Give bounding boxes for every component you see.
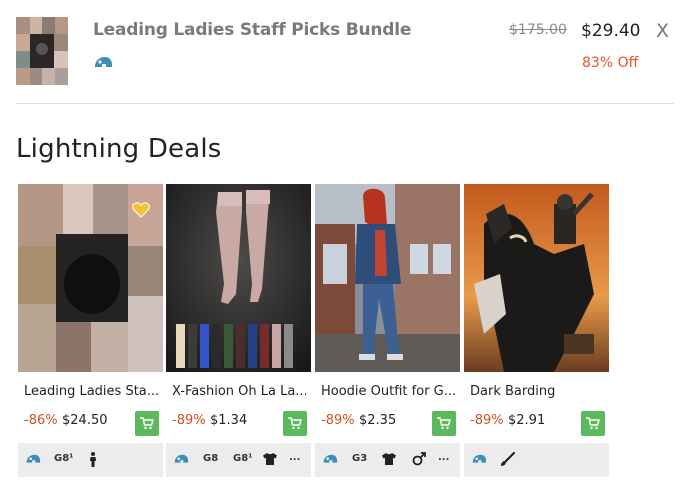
product-name[interactable]: Hoodie Outfit for G...: [321, 384, 455, 399]
add-to-cart-button[interactable]: [581, 411, 605, 436]
tag-label: G8¹: [54, 453, 74, 464]
cart-icon: [288, 417, 302, 430]
product-discount: -86%: [24, 413, 58, 428]
product-price: $1.34: [210, 413, 248, 428]
more-tags: ...: [438, 452, 450, 463]
genesis-helmet-icon: [323, 454, 338, 463]
product-image[interactable]: [166, 184, 311, 372]
add-to-cart-button[interactable]: [283, 411, 307, 436]
section-title: Lightning Deals: [16, 134, 222, 164]
cart-item-discount: 83% Off: [582, 55, 639, 71]
favorite-heart-icon[interactable]: [132, 202, 150, 218]
male-symbol-icon: [412, 452, 426, 466]
product-price: $2.91: [508, 413, 546, 428]
add-to-cart-button[interactable]: [432, 411, 456, 436]
cart-icon: [140, 417, 154, 430]
remove-item-button[interactable]: X: [656, 20, 669, 42]
genesis-helmet-icon: [472, 454, 487, 463]
genesis-helmet-icon: [174, 454, 189, 463]
deal-card[interactable]: Leading Ladies Sta... -86% $24.50 G8¹: [18, 184, 163, 477]
deal-card[interactable]: Hoodie Outfit for G... -89% $2.35 G3 ...: [315, 184, 460, 477]
add-to-cart-button[interactable]: [135, 411, 159, 436]
cart-item-thumbnail[interactable]: [16, 17, 68, 85]
product-name[interactable]: Leading Ladies Sta...: [24, 384, 158, 399]
shirt-icon: [382, 453, 396, 465]
deal-card[interactable]: Dark Barding -89% $2.91: [464, 184, 609, 477]
product-image[interactable]: [464, 184, 609, 372]
female-figure-icon: [90, 452, 96, 467]
tag-label: G8: [203, 453, 219, 464]
genesis-helmet-icon: [26, 454, 41, 463]
deal-card[interactable]: X-Fashion Oh La La... -89% $1.34 G8 G8¹ …: [166, 184, 311, 477]
product-image[interactable]: [18, 184, 163, 372]
genesis-helmet-icon: [95, 57, 112, 67]
cart-icon: [437, 417, 451, 430]
product-tags: G3 ...: [315, 443, 460, 477]
product-name[interactable]: X-Fashion Oh La La...: [172, 384, 306, 399]
product-discount: -89%: [470, 413, 504, 428]
product-price: $2.35: [359, 413, 397, 428]
more-tags: ...: [289, 452, 301, 463]
cart-item-title[interactable]: Leading Ladies Staff Picks Bundle: [93, 20, 411, 40]
product-tags: G8 G8¹ ...: [166, 443, 311, 477]
cart-item-sale-price: $29.40: [581, 21, 641, 41]
cart-icon: [586, 417, 600, 430]
product-tags: G8¹: [18, 443, 163, 477]
shirt-icon: [263, 453, 277, 465]
product-name[interactable]: Dark Barding: [470, 384, 604, 399]
cart-item-original-price: $175.00: [509, 22, 567, 38]
tag-label: G3: [352, 453, 368, 464]
product-tags: [464, 443, 609, 477]
cart-item-row: Leading Ladies Staff Picks Bundle $175.0…: [0, 0, 683, 104]
divider: [16, 103, 674, 104]
tag-label: G8¹: [233, 453, 253, 464]
product-image[interactable]: [315, 184, 460, 372]
product-discount: -89%: [172, 413, 206, 428]
product-price: $24.50: [62, 413, 108, 428]
brush-icon: [501, 452, 515, 466]
product-discount: -89%: [321, 413, 355, 428]
